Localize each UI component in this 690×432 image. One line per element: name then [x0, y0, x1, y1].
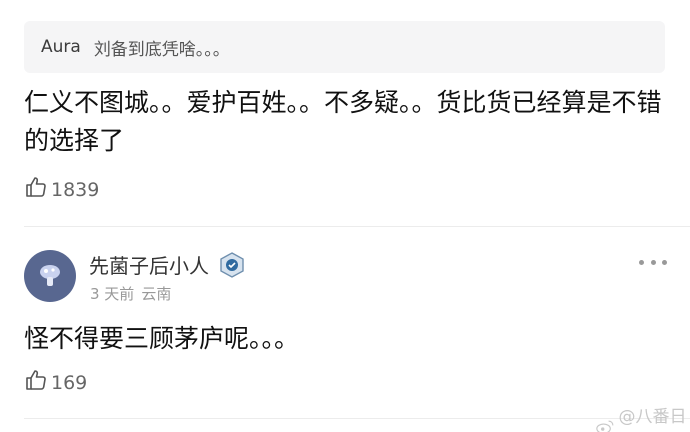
comment-text: 仁义不图城。。爱护百姓。。不多疑。。货比货已经算是不错的选择了: [24, 88, 662, 155]
like-count: 1839: [51, 178, 100, 201]
comment-location: 云南: [141, 285, 172, 303]
more-dots-icon[interactable]: [639, 256, 667, 268]
like-button[interactable]: 1839: [24, 175, 99, 204]
comment-meta: 3 天前 云南: [90, 283, 171, 304]
username[interactable]: 先菌子后小人: [89, 250, 245, 279]
like-button[interactable]: 169: [24, 368, 87, 397]
thumbs-up-icon: [24, 175, 51, 204]
like-count: 169: [51, 371, 88, 394]
divider: [24, 418, 690, 419]
username-text[interactable]: 先菌子后小人: [89, 250, 209, 279]
thumbs-up-icon: [24, 368, 51, 397]
quoted-reply-author[interactable]: Aura: [41, 37, 81, 57]
quoted-reply-text: 刘备到底凭啥。。。: [93, 39, 230, 60]
quoted-reply[interactable]: Aura 刘备到底凭啥。。。: [24, 21, 665, 73]
comment-text: 怪不得要三顾茅庐呢。。。: [24, 324, 300, 353]
watermark-text: @八番日常: [618, 407, 687, 427]
comment-thread: Aura 刘备到底凭啥。。。 仁义不图城。。爱护百姓。。不多疑。。货比货已经算是…: [0, 0, 690, 432]
user-badge-icon: [219, 251, 245, 278]
avatar[interactable]: [24, 250, 76, 302]
weibo-logo-icon: [596, 420, 614, 432]
watermark: @八番日常: [596, 402, 690, 432]
comment-time: 3 天前: [90, 285, 135, 303]
divider: [24, 226, 690, 227]
